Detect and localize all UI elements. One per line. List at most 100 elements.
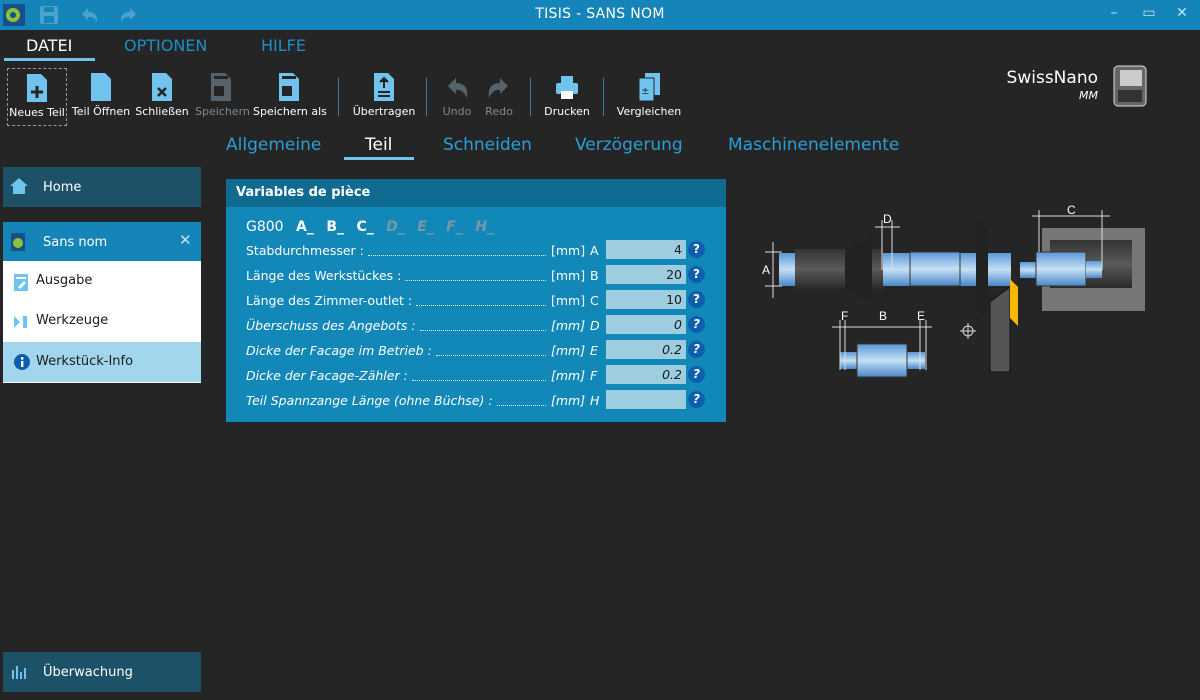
variable-unit: [mm] xyxy=(551,368,585,383)
section-tab-verzgerung[interactable]: Verzögerung xyxy=(575,135,683,155)
variable-row-e: Dicke der Facage im Betrieb : [mm] E 0.2… xyxy=(246,340,716,360)
close-document-icon[interactable]: ✕ xyxy=(179,231,192,249)
variable-label: Stabdurchmesser : xyxy=(246,243,364,258)
panel-title: Variables de pièce xyxy=(226,179,726,207)
variable-label: Länge des Werkstückes : xyxy=(246,268,401,283)
variable-input-e[interactable]: 0.2 xyxy=(606,340,686,359)
toolbar-label: Drucken xyxy=(543,105,591,118)
help-icon[interactable]: ? xyxy=(688,366,705,383)
variable-row-b: Länge des Werkstückes : [mm] B 20 ? xyxy=(246,265,716,285)
variable-unit: [mm] xyxy=(551,243,585,258)
window-title: TISIS - SANS NOM xyxy=(0,6,1200,22)
toolbar-label: Undo xyxy=(440,105,474,118)
menu-tab-hilfe[interactable]: HILFE xyxy=(261,36,306,55)
toolbar-save-button[interactable]: Speichern xyxy=(195,68,247,126)
home-icon xyxy=(9,177,29,195)
gcode: G800 xyxy=(246,219,284,235)
dim-label-b: B xyxy=(879,309,887,323)
machine-variant: MM xyxy=(1007,89,1098,102)
section-tab-maschinenelemente[interactable]: Maschinenelemente xyxy=(728,135,899,155)
variable-input-h[interactable] xyxy=(606,390,686,409)
redo-icon xyxy=(487,72,511,102)
sidebar-item-werkzeuge[interactable]: Werkzeuge xyxy=(3,301,201,341)
help-icon[interactable]: ? xyxy=(688,291,705,308)
section-tab-teil[interactable]: Teil xyxy=(365,135,392,155)
sidebar-item-label: Werkstück-Info xyxy=(36,354,133,369)
variable-row-c: Länge des Zimmer-outlet : [mm] C 10 ? xyxy=(246,290,716,310)
sidebar-document[interactable]: Sans nom ✕ xyxy=(3,222,201,261)
sidebar-ueberwachung[interactable]: Überwachung xyxy=(3,652,201,692)
inactive-letter: D_ xyxy=(386,219,405,235)
close-button[interactable]: ✕ xyxy=(1172,5,1192,25)
tools-icon xyxy=(14,314,28,330)
toolbar-open-file-button[interactable]: Teil Öffnen xyxy=(71,68,131,126)
toolbar-upload-button[interactable]: Übertragen xyxy=(350,68,418,126)
dotted-leader xyxy=(436,355,546,356)
variable-letter: H xyxy=(590,393,599,408)
help-icon[interactable]: ? xyxy=(688,241,705,258)
variable-unit: [mm] xyxy=(551,268,585,283)
variable-input-c[interactable]: 10 xyxy=(606,290,686,309)
toolbar-redo-button[interactable]: Redo xyxy=(483,68,515,126)
sidebar-list: Ausgabe Werkzeuge Werkstück-Info xyxy=(3,261,201,383)
document-icon xyxy=(11,233,27,251)
upload-icon xyxy=(372,72,396,102)
dim-label-f: F xyxy=(841,309,848,323)
variable-row-h: Teil Spannzange Länge (ohne Büchse) : [m… xyxy=(246,390,716,410)
machine-brand: SwissNano MM xyxy=(1007,68,1098,102)
toolbar-compare-button[interactable]: ±Vergleichen xyxy=(615,68,683,126)
sidebar-home[interactable]: Home xyxy=(3,167,201,207)
variable-input-f[interactable]: 0.2 xyxy=(606,365,686,384)
help-icon[interactable]: ? xyxy=(688,341,705,358)
dotted-leader xyxy=(416,305,546,306)
output-icon xyxy=(14,274,28,291)
help-icon[interactable]: ? xyxy=(688,391,705,408)
toolbar-label: Teil Öffnen xyxy=(71,105,131,118)
open-file-icon xyxy=(89,72,113,102)
toolbar-label: Speichern als xyxy=(253,105,325,118)
dim-label-e: E xyxy=(917,309,925,323)
variable-input-d[interactable]: 0 xyxy=(606,315,686,334)
section-tab-allgemeine[interactable]: Allgemeine xyxy=(226,135,321,155)
variable-letter: F xyxy=(590,368,597,383)
toolbar-divider xyxy=(530,78,531,116)
machine-image xyxy=(1110,60,1150,110)
sidebar-document-label: Sans nom xyxy=(43,235,107,250)
maximize-button[interactable]: ▭ xyxy=(1139,5,1159,25)
sidebar-item-ausgabe[interactable]: Ausgabe xyxy=(3,261,201,301)
variable-row-d: Überschuss des Angebots : [mm] D 0 ? xyxy=(246,315,716,335)
toolbar-close-file-button[interactable]: Schließen xyxy=(135,68,189,126)
section-tab-schneiden[interactable]: Schneiden xyxy=(443,135,532,155)
inactive-letter: H_ xyxy=(475,219,494,235)
dotted-leader xyxy=(412,380,546,381)
help-icon[interactable]: ? xyxy=(688,316,705,333)
menu-tab-datei[interactable]: DATEI xyxy=(26,36,72,55)
variable-label: Überschuss des Angebots : xyxy=(246,318,416,333)
variable-label: Länge des Zimmer-outlet : xyxy=(246,293,412,308)
info-icon xyxy=(14,354,30,370)
toolbar-save-as-button[interactable]: Speichern als xyxy=(253,68,325,126)
variable-row-a: Stabdurchmesser : [mm] A 4 ? xyxy=(246,240,716,260)
minimize-button[interactable]: – xyxy=(1104,5,1124,25)
variable-unit: [mm] xyxy=(551,343,585,358)
svg-text:±: ± xyxy=(641,86,649,97)
variable-input-b[interactable]: 20 xyxy=(606,265,686,284)
toolbar-label: Übertragen xyxy=(350,105,418,118)
dim-label-a: A xyxy=(762,263,770,277)
toolbar-new-file-button[interactable]: Neues Teil xyxy=(7,68,67,126)
variable-input-a[interactable]: 4 xyxy=(606,240,686,259)
finished-part xyxy=(840,344,925,377)
active-letter: A_ xyxy=(296,219,314,235)
close-file-icon xyxy=(150,72,174,102)
variable-label: Dicke der Facage-Zähler : xyxy=(246,368,408,383)
menu-tab-optionen[interactable]: OPTIONEN xyxy=(124,36,207,55)
toolbar-divider xyxy=(603,78,604,116)
monitoring-chart-icon xyxy=(11,664,27,680)
variable-letter: A xyxy=(590,243,599,258)
toolbar-print-button[interactable]: Drucken xyxy=(543,68,591,126)
help-icon[interactable]: ? xyxy=(688,266,705,283)
variable-unit: [mm] xyxy=(551,318,585,333)
toolbar-undo-button[interactable]: Undo xyxy=(440,68,474,126)
sidebar-item-werkstueck-info[interactable]: Werkstück-Info xyxy=(3,342,201,382)
sidebar-ueberwachung-label: Überwachung xyxy=(43,665,133,680)
